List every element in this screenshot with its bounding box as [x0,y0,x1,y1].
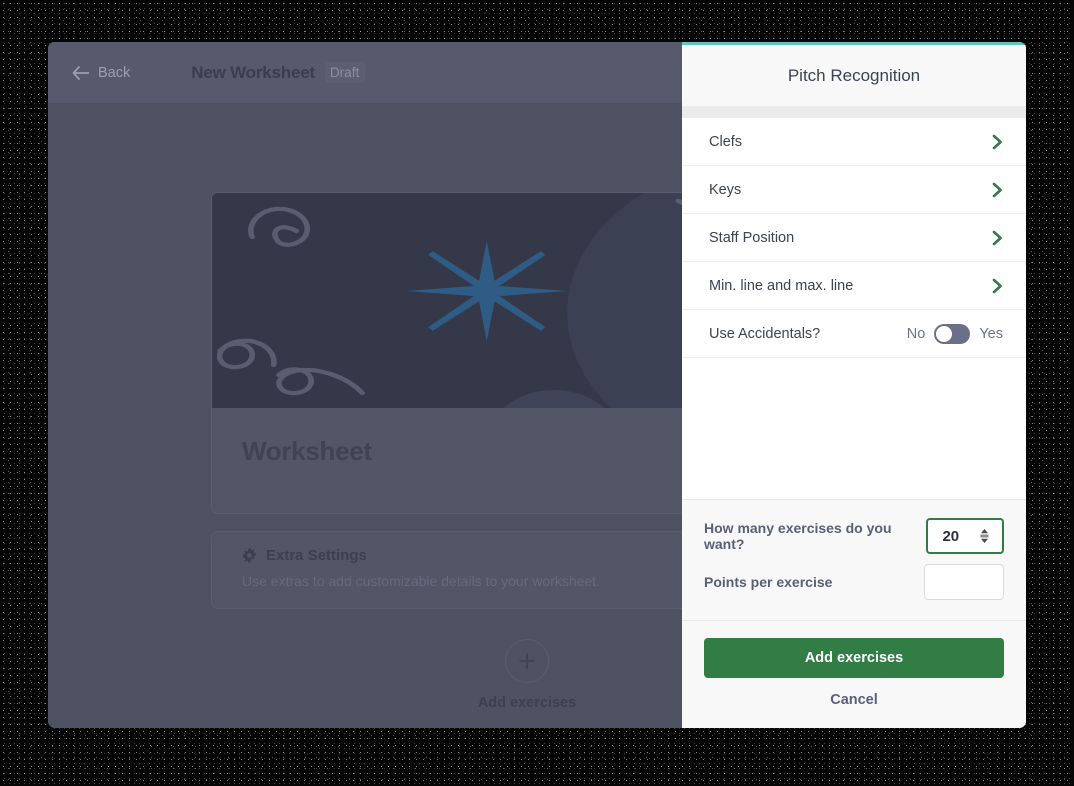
panel-separator [682,107,1026,118]
points-per-exercise-row: Points per exercise [704,564,1004,600]
accidentals-toggle-group[interactable]: No Yes [906,323,1003,344]
settings-row-label: Staff Position [709,229,795,246]
toggle-knob [936,325,953,342]
number-stepper-icon[interactable] [979,527,990,545]
back-button[interactable]: Back [72,65,130,81]
panel-actions: Add exercises Cancel [682,620,1026,728]
chevron-right-icon[interactable] [992,134,1003,150]
panel-title: Pitch Recognition [787,65,921,85]
settings-row-label: Keys [709,181,742,198]
app-window: Back New Worksheet Draft Worksheet Extra… [48,42,1026,728]
add-exercises-label: Add exercises [477,695,577,711]
quantity-form: How many exercises do you want? 20 Point… [682,499,1026,620]
settings-list: Clefs Keys Staff Position Min. line and … [682,118,1026,499]
toggle-off-label: No [906,325,926,342]
extra-settings-title: Extra Settings [266,547,367,564]
settings-list-filler [682,358,1026,499]
settings-row-min-max-line[interactable]: Min. line and max. line [682,262,1026,310]
settings-row-keys[interactable]: Keys [682,166,1026,214]
status-badge: Draft [324,62,366,83]
pitch-recognition-panel: Pitch Recognition Clefs Keys Staff Posit… [682,42,1026,728]
add-exercises-button[interactable]: Add exercises [704,638,1004,678]
panel-header: Pitch Recognition [682,45,1026,107]
settings-row-staff-position[interactable]: Staff Position [682,214,1026,262]
plus-glyph-icon [519,653,535,669]
accidentals-toggle[interactable] [934,323,971,344]
plus-icon[interactable] [505,639,549,683]
settings-row-clefs[interactable]: Clefs [682,118,1026,166]
points-per-exercise-label: Points per exercise [704,574,833,590]
arrow-left-icon [72,65,89,80]
toggle-on-label: Yes [979,325,1003,342]
settings-row-label: Clefs [709,133,743,150]
back-button-label: Back [98,64,131,81]
settings-row-use-accidentals[interactable]: Use Accidentals? No Yes [682,310,1026,358]
exercise-count-label: How many exercises do you want? [704,520,892,552]
exercise-count-input[interactable]: 20 [926,518,1004,554]
exercise-count-value: 20 [942,527,960,545]
chevron-right-icon[interactable] [992,230,1003,246]
worksheet-title-group: New Worksheet Draft [191,62,366,83]
page-title: New Worksheet [191,62,315,82]
points-per-exercise-input[interactable] [924,564,1004,600]
chevron-right-icon[interactable] [992,278,1003,294]
gear-icon [242,548,256,563]
chevron-right-icon[interactable] [992,182,1003,198]
settings-row-label: Min. line and max. line [709,277,854,294]
exercise-count-row: How many exercises do you want? 20 [704,518,1004,554]
settings-row-label: Use Accidentals? [709,325,821,342]
cancel-button[interactable]: Cancel [704,692,1004,708]
